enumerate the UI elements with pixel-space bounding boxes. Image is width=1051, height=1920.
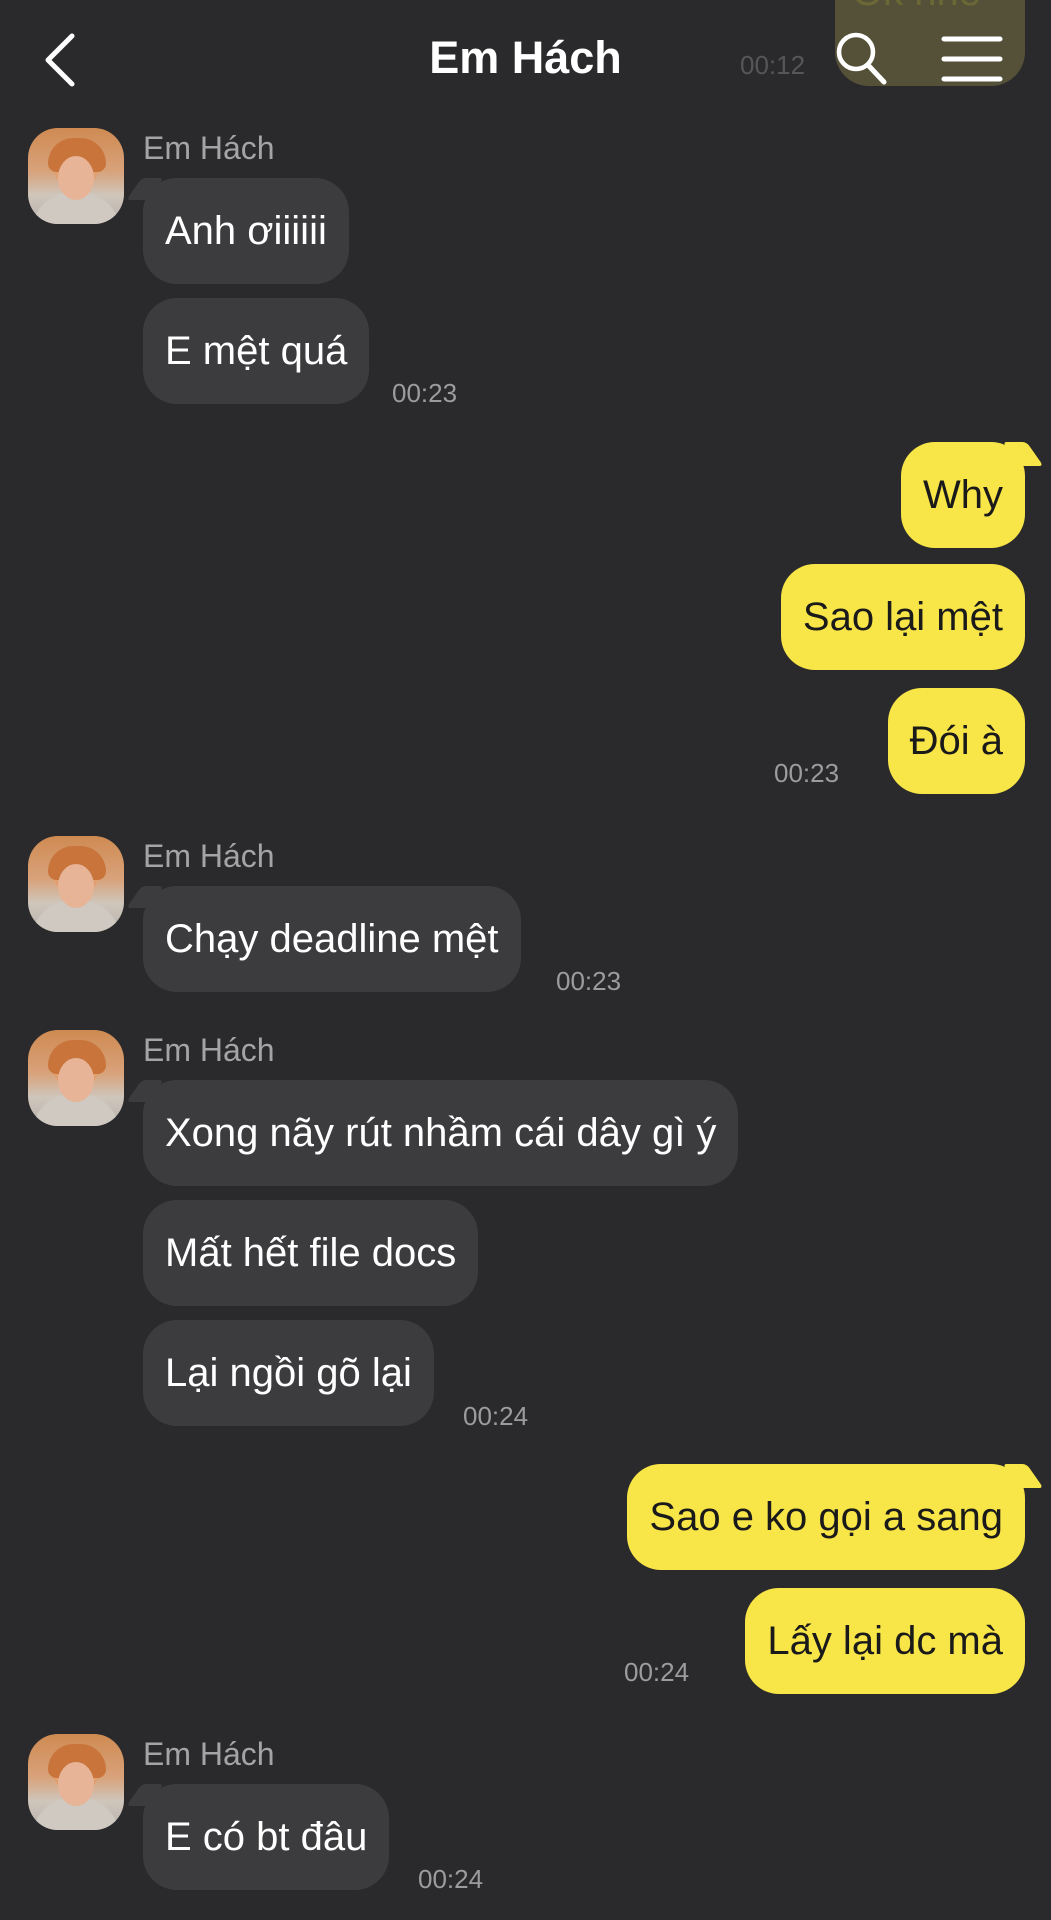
message-time: 00:24	[418, 1864, 484, 1894]
sender-name: Em Hách	[143, 1032, 275, 1068]
chat-title: Em Hách	[429, 32, 622, 83]
sender-name: Em Hách	[143, 838, 275, 874]
message-time: 00:24	[624, 1657, 690, 1687]
sender-name: Em Hách	[143, 1736, 275, 1772]
contact-avatar[interactable]	[28, 1030, 124, 1126]
scrolled-message-text: Ok nhé	[852, 0, 981, 15]
incoming-message-bubble[interactable]: E mệt quá	[143, 298, 370, 404]
search-button[interactable]	[834, 30, 888, 88]
hamburger-menu-icon	[941, 36, 1003, 82]
sender-name: Em Hách	[143, 130, 275, 166]
message-time: 00:23	[556, 966, 622, 996]
incoming-message-bubble[interactable]: Xong nãy rút nhầm cái dây gì ý	[143, 1080, 739, 1186]
outgoing-message-bubble[interactable]: Đói à	[887, 688, 1025, 794]
incoming-message-bubble[interactable]: Mất hết file docs	[143, 1200, 479, 1306]
incoming-message-bubble[interactable]: Chạy deadline mệt	[143, 886, 521, 992]
contact-avatar[interactable]	[28, 1734, 124, 1830]
outgoing-message-bubble[interactable]: Sao lại mệt	[780, 564, 1025, 670]
incoming-message-bubble[interactable]: Lại ngồi gõ lại	[143, 1320, 434, 1426]
outgoing-message-bubble[interactable]: Lấy lại dc mà	[745, 1588, 1025, 1694]
contact-avatar[interactable]	[28, 836, 124, 932]
incoming-message-bubble[interactable]: E có bt đâu	[143, 1784, 390, 1890]
search-icon	[836, 32, 887, 85]
contact-avatar[interactable]	[28, 128, 124, 224]
message-time: 00:23	[774, 758, 840, 788]
message-time: 00:23	[392, 378, 458, 408]
incoming-message-bubble[interactable]: Anh ơiiiiii	[143, 178, 349, 284]
message-time: 00:24	[463, 1401, 529, 1431]
menu-button[interactable]	[940, 34, 1004, 84]
chat-header: Ok nhé 00:12 Em Hách	[0, 0, 1051, 118]
outgoing-message-bubble[interactable]: Why	[901, 442, 1025, 548]
outgoing-message-bubble[interactable]: Sao e ko gọi a sang	[627, 1464, 1025, 1570]
